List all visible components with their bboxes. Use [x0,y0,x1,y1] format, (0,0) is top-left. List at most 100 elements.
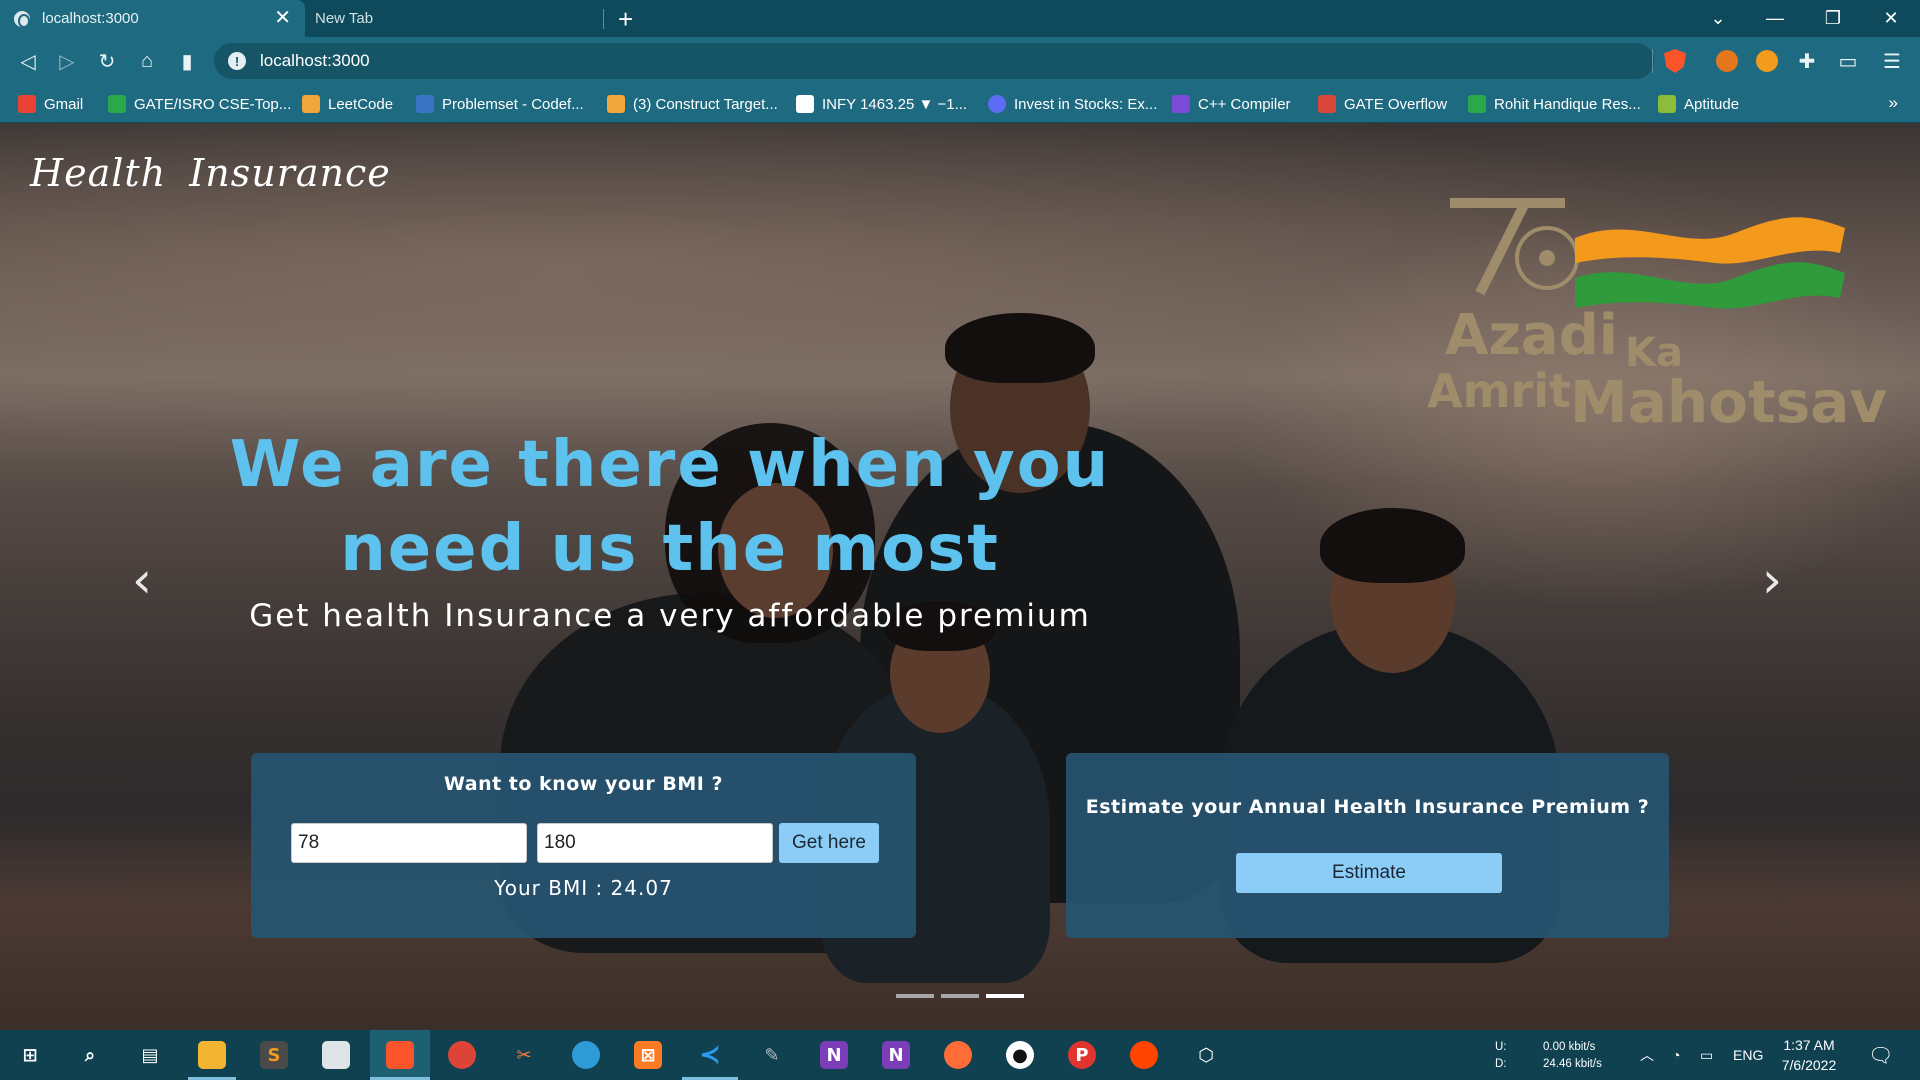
tab-search-chevron-icon[interactable]: ⌄ [1695,0,1741,37]
azadi-ka-amrit-mahotsav-logo: Azadi Ka Amrit Mahotsav [1425,193,1887,453]
virtualbox-icon[interactable]: ⬡ [1192,1041,1220,1069]
clock-date: 7/6/2022 [1781,1057,1837,1073]
language-indicator[interactable]: ENG [1733,1030,1763,1080]
network-speed-widget: U: 0.00 kbit/s D: 24.46 kbit/s [1495,1041,1602,1070]
bookmark-construct-target[interactable]: (3) Construct Target... [607,94,778,114]
restore-icon[interactable]: ❐ [1810,0,1856,37]
snipping-tool-icon[interactable]: ✂ [510,1041,538,1069]
tab-title: New Tab [315,10,374,27]
gmail-icon [18,95,36,113]
site-info-icon[interactable]: ! [228,52,246,70]
weight-input[interactable]: 78 [291,823,527,863]
bmi-card-title: Want to know your BMI ? [443,773,723,795]
carousel-prev-icon[interactable]: ‹ [132,555,162,605]
task-view-icon[interactable]: ▤ [136,1041,164,1069]
forward-icon[interactable]: ▷ [55,49,79,73]
hero-headline: We are there when you need us the most [229,428,1111,586]
carousel-next-icon[interactable]: › [1762,555,1792,605]
carousel-indicators [896,994,1026,998]
file-explorer-icon[interactable] [198,1041,226,1069]
bookmark-rohit-resume[interactable]: Rohit Handique Res... [1468,94,1641,114]
carousel-indicator-1[interactable] [896,994,934,998]
cyclist-icon [1318,95,1336,113]
metamask-extension-icon[interactable] [1716,50,1738,72]
bookmark-icon[interactable]: ▮ [175,49,199,73]
edge-icon[interactable] [572,1041,600,1069]
vscode-icon[interactable]: ≺ [696,1040,724,1070]
xampp-icon[interactable]: ⊠ [634,1041,662,1069]
microsoft-store-icon[interactable] [322,1041,350,1069]
battery-icon[interactable]: ▭ [1700,1030,1713,1080]
bookmark-leetcode[interactable]: LeetCode [302,94,393,114]
page-viewport: Health Insurance Azadi Ka Amrit Mahotsav… [0,123,1920,1030]
postman-icon[interactable] [944,1041,972,1069]
groww-icon [988,95,1006,113]
windows-start-icon[interactable]: ⊞ [16,1041,44,1069]
bookmarks-overflow-icon[interactable]: » [1889,93,1898,113]
codeforces-icon [416,95,434,113]
chrome-icon[interactable] [448,1041,476,1069]
pocketcasts-icon[interactable]: P [1068,1041,1096,1069]
clock[interactable]: 1:37 AM 7/6/2022 [1772,1035,1846,1075]
globe-icon [14,10,30,28]
github-desktop-icon[interactable]: ● [1006,1041,1034,1069]
bookmark-gmail[interactable]: Gmail [18,94,83,114]
carousel-indicator-3[interactable] [986,994,1024,998]
bookmark-cpp-compiler[interactable]: C++ Compiler [1172,94,1291,114]
leetcode-icon [607,95,625,113]
get-bmi-button[interactable]: Get here [779,823,879,863]
tradingview-icon [796,95,814,113]
grammarly-extension-icon[interactable] [1756,50,1778,72]
reddit-icon[interactable] [1130,1041,1158,1069]
brave-browser-icon[interactable] [386,1041,414,1069]
brand-logo[interactable]: Health Insurance [30,151,391,195]
height-input[interactable]: 180 [537,823,773,863]
bookmark-gate-isro[interactable]: GATE/ISRO CSE-Top... [108,94,291,114]
estimate-card-title: Estimate your Annual Health Insurance Pr… [1085,796,1650,818]
onenote-2016-icon[interactable]: N [882,1041,910,1069]
bookmark-codeforces[interactable]: Problemset - Codef... [416,94,584,114]
bookmark-aptitude[interactable]: Aptitude [1658,94,1739,114]
menu-icon[interactable]: ☰ [1880,49,1904,73]
hero-subheadline: Get health Insurance a very affordable p… [249,598,1091,634]
close-tab-icon[interactable]: ✕ [274,8,291,28]
leaf-icon [1658,95,1676,113]
bookmark-gate-overflow[interactable]: GATE Overflow [1318,94,1447,114]
wifi-icon[interactable]: ◔ [1672,1030,1680,1080]
url-text: localhost:3000 [260,51,370,70]
minimize-icon[interactable]: — [1752,0,1798,37]
back-icon[interactable]: ◁ [16,49,40,73]
show-hidden-icons-chevron[interactable]: ︿ [1640,1030,1654,1080]
leetcode-icon [302,95,320,113]
tab-divider [603,9,604,29]
wallet-icon[interactable]: ▭ [1836,49,1860,73]
carousel-indicator-2[interactable] [941,994,979,998]
bookmark-invest-stocks[interactable]: Invest in Stocks: Ex... [988,94,1157,114]
search-icon[interactable]: ⌕ [76,1041,104,1069]
toolbar-divider [1652,49,1653,73]
resume-icon [1468,95,1486,113]
windows-taskbar: ⊞ ⌕ ▤ S ✂ ⊠ ≺ ✎ N N ● P ⬡ U: 0.00 kbit/s … [0,1030,1920,1080]
address-bar[interactable]: ! localhost:3000 [214,43,1654,79]
close-window-icon[interactable]: ✕ [1868,0,1914,37]
reload-icon[interactable]: ↻ [95,49,119,73]
sublime-text-icon[interactable]: S [260,1041,288,1069]
home-icon[interactable]: ⌂ [135,49,159,73]
akam-ka: Ka [1625,330,1683,376]
notifications-icon[interactable]: 🗨 [1868,1030,1893,1080]
estimate-card: Estimate your Annual Health Insurance Pr… [1066,753,1669,938]
pen-icon[interactable]: ✎ [758,1041,786,1069]
new-tab-plus-icon[interactable]: + [618,4,633,35]
onenote-icon[interactable]: N [820,1041,848,1069]
tab-new-tab[interactable]: New Tab [305,0,603,37]
bmi-result: Your BMI : 24.07 [494,876,673,900]
bookmark-infy[interactable]: INFY 1463.25 ▼ −1... [796,94,967,114]
brave-shields-icon[interactable] [1664,49,1686,73]
tab-title: localhost:3000 [42,10,139,27]
extensions-puzzle-icon[interactable]: ✚ [1795,49,1819,73]
estimate-button[interactable]: Estimate [1236,853,1502,893]
akam-amrit: Amrit [1427,364,1571,418]
bookmarks-bar: Gmail GATE/ISRO CSE-Top... LeetCode Prob… [0,85,1920,123]
tab-localhost[interactable]: localhost:3000 ✕ [0,0,305,37]
browser-toolbar: ◁ ▷ ↻ ⌂ ▮ ! localhost:3000 ✚ ▭ ☰ [0,37,1920,85]
